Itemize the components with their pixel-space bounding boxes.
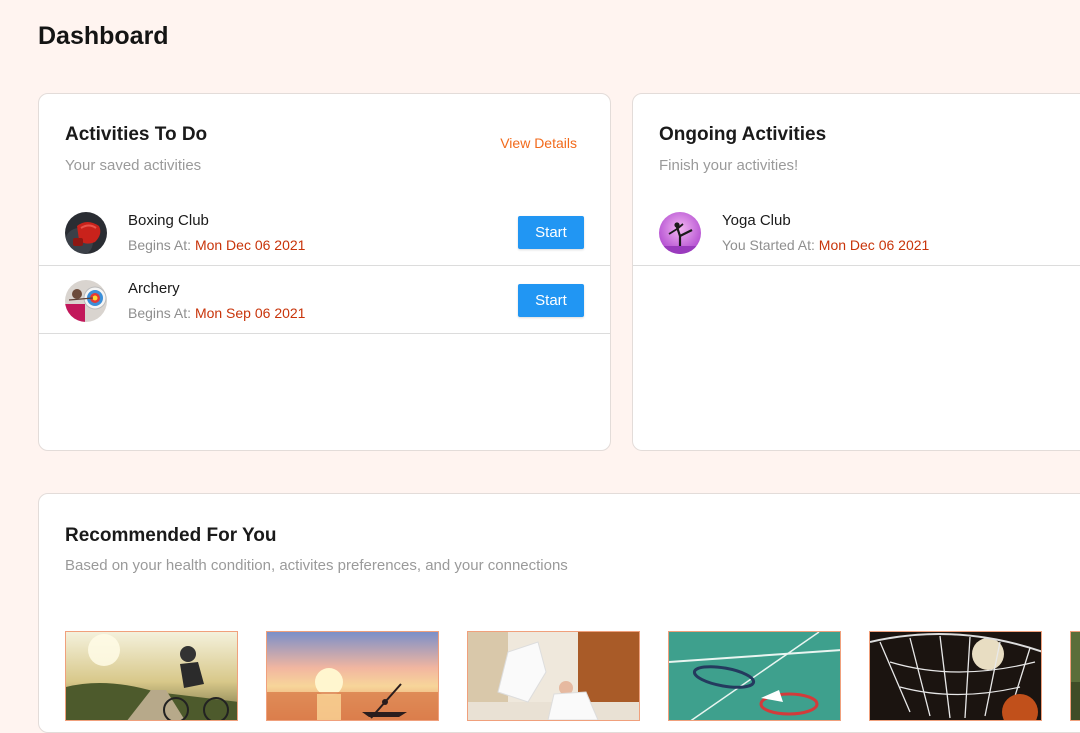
start-button-archery[interactable]: Start [518,284,584,317]
ongoing-activities-title: Ongoing Activities [659,124,827,145]
activity-name: Archery [128,280,180,297]
archery-target-icon [65,280,107,322]
ongoing-activities-list: Yoga Club You Started At: Mon Dec 06 202… [633,198,1080,266]
recommended-title: Recommended For You [65,525,277,546]
begins-at-label: Begins At: [128,237,192,253]
recommended-card: Recommended For You Based on your health… [38,493,1080,733]
boxing-glove-icon [65,212,107,254]
activity-begins-at: Begins At: Mon Sep 06 2021 [128,305,305,321]
recommended-subtitle: Based on your health condition, activite… [65,557,568,574]
start-button-boxing[interactable]: Start [518,216,584,249]
activity-name: Boxing Club [128,212,209,229]
started-at-date: Mon Dec 06 2021 [818,237,930,253]
activity-row-yoga[interactable]: Yoga Club You Started At: Mon Dec 06 202… [633,198,1080,266]
activity-row-archery: Archery Begins At: Mon Sep 06 2021 Start [39,266,610,334]
page-title: Dashboard [38,22,169,50]
activity-begins-at: Begins At: Mon Dec 06 2021 [128,237,305,253]
ongoing-activities-subtitle: Finish your activities! [659,157,799,174]
begins-at-date: Mon Dec 06 2021 [194,237,306,253]
yoga-pose-icon [659,212,701,254]
begins-at-date: Mon Sep 06 2021 [194,305,306,321]
started-at-label: You Started At: [722,237,815,253]
ongoing-activities-card: Ongoing Activities Finish your activitie… [632,93,1080,451]
activities-to-do-title: Activities To Do [65,124,208,145]
activities-to-do-list: Boxing Club Begins At: Mon Dec 06 2021 S… [39,198,610,334]
view-details-link[interactable]: View Details [500,135,577,151]
activity-row-boxing: Boxing Club Begins At: Mon Dec 06 2021 S… [39,198,610,266]
begins-at-label: Begins At: [128,305,192,321]
activities-to-do-card: Activities To Do Your saved activities V… [38,93,611,451]
activity-name: Yoga Club [722,212,791,229]
activity-started-at: You Started At: Mon Dec 06 2021 [722,237,929,253]
activities-to-do-subtitle: Your saved activities [65,157,202,174]
